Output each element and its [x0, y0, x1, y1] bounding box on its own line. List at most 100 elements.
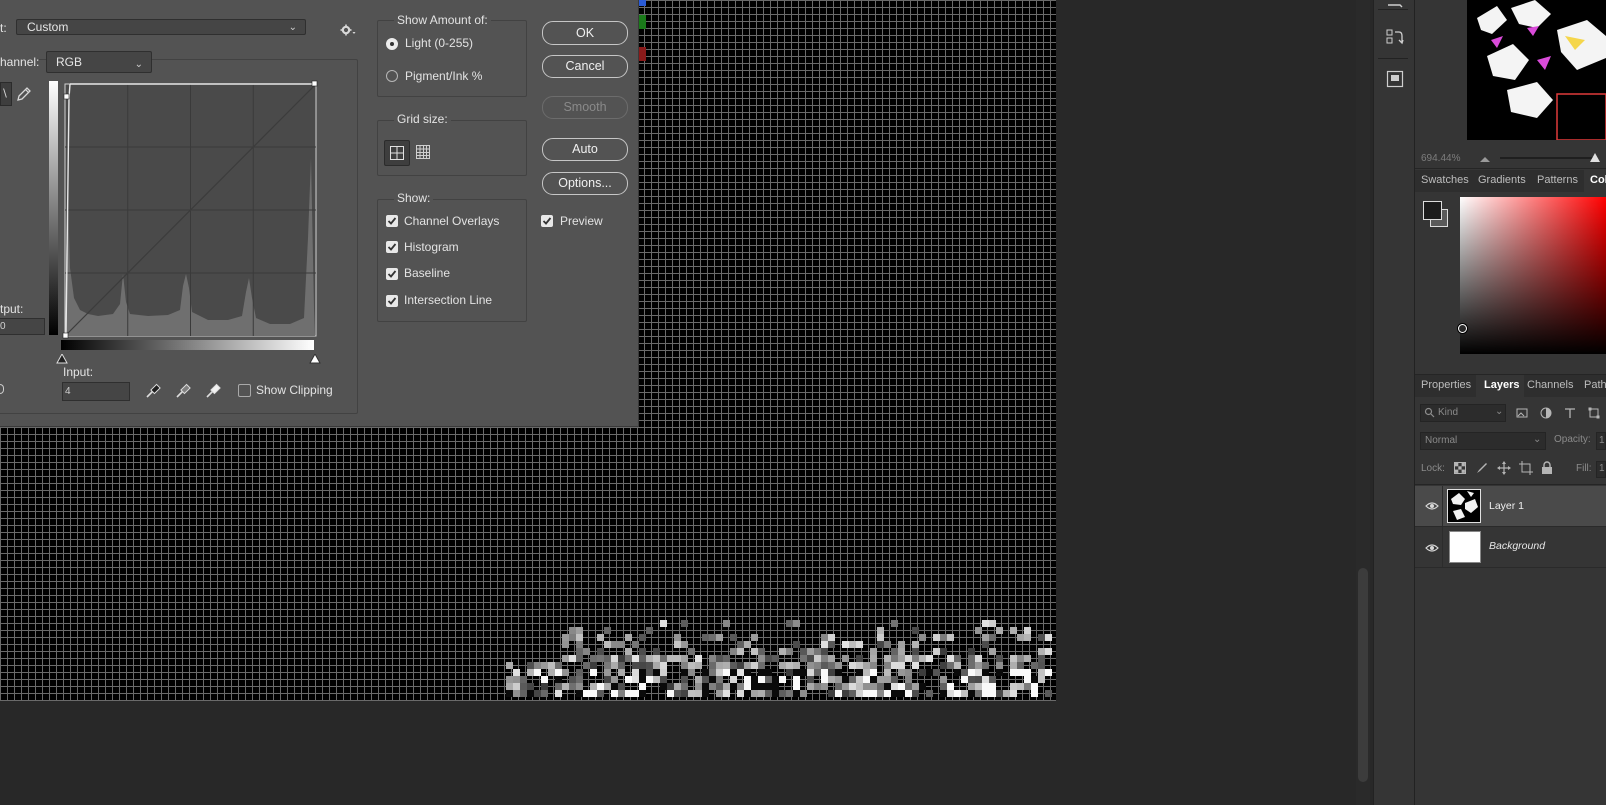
gear-icon[interactable]: [340, 24, 356, 39]
grid-simple-button[interactable]: [384, 140, 410, 166]
auto-button[interactable]: Auto: [542, 138, 628, 161]
scrollbar-thumb[interactable]: [1358, 568, 1368, 782]
canvas-pixel: [520, 676, 527, 683]
lock-move-icon[interactable]: [1497, 461, 1511, 478]
curve-point-icon: ∖: [1, 88, 9, 100]
zoom-out-icon[interactable]: [1479, 152, 1491, 166]
canvas-pixel: [772, 655, 779, 662]
canvas-pixel: [947, 634, 954, 641]
color-picker-field[interactable]: [1460, 197, 1606, 354]
filter-shape-icon[interactable]: [1588, 407, 1600, 422]
canvas-pixel: [1017, 655, 1024, 662]
canvas-pixel: [786, 620, 793, 627]
pigment-radio[interactable]: [386, 70, 398, 82]
history-icon[interactable]: [1386, 0, 1404, 14]
canvas-pixel: [716, 683, 723, 690]
show-clipping-checkbox[interactable]: [238, 384, 251, 397]
eye-icon[interactable]: [1425, 542, 1439, 556]
filter-adjustment-icon[interactable]: [1540, 407, 1552, 422]
output-field[interactable]: 0: [0, 318, 45, 335]
canvas-pixel: [1010, 655, 1017, 662]
canvas-pixel: [842, 641, 849, 648]
search-icon: [1424, 407, 1435, 421]
canvas-pixel: [821, 655, 828, 662]
curve-point-tool[interactable]: ∖: [0, 82, 12, 106]
canvas-pixel: [1024, 634, 1031, 641]
canvas-pixel: [828, 669, 835, 676]
preview-checkbox[interactable]: [541, 215, 553, 227]
fill-field[interactable]: 1: [1596, 461, 1606, 478]
filter-image-icon[interactable]: [1516, 407, 1528, 422]
canvas-pixel: [709, 662, 716, 669]
tab-swatches[interactable]: Swatches: [1421, 174, 1469, 186]
lock-all-icon[interactable]: [1541, 461, 1553, 477]
smooth-button[interactable]: Smooth: [542, 96, 628, 119]
color-picker-cursor[interactable]: [1458, 324, 1467, 333]
white-point-slider[interactable]: [309, 352, 321, 367]
navigator-preview[interactable]: [1467, 0, 1606, 140]
grid-size-title: Grid size:: [394, 112, 451, 126]
channel-select[interactable]: RGB ⌄: [46, 51, 152, 73]
canvas-pixel: [723, 655, 730, 662]
tab-properties[interactable]: Properties: [1421, 379, 1471, 391]
canvas-pixel: [1024, 676, 1031, 683]
canvas-pixel: [961, 669, 968, 676]
actions-icon[interactable]: [1386, 28, 1404, 49]
tab-color[interactable]: Col: [1590, 174, 1606, 186]
preset-select[interactable]: Custom ⌄: [16, 19, 306, 35]
canvas-pixel: [667, 655, 674, 662]
canvas-pixel: [604, 683, 611, 690]
channel-overlays-checkbox[interactable]: [386, 215, 398, 227]
eyedropper-black-icon[interactable]: [145, 383, 161, 402]
canvas-pixel: [870, 669, 877, 676]
cancel-button[interactable]: Cancel: [542, 55, 628, 78]
properties-icon[interactable]: [1386, 70, 1404, 91]
tab-patterns[interactable]: Patterns: [1537, 174, 1578, 186]
lock-brush-icon[interactable]: [1476, 462, 1488, 477]
zoom-slider-thumb[interactable]: [1589, 152, 1601, 166]
histogram-checkbox[interactable]: [386, 241, 398, 253]
canvas-pixel: [793, 669, 800, 676]
tab-paths[interactable]: Path: [1584, 379, 1606, 391]
canvas-pixel: [730, 634, 737, 641]
baseline-checkbox[interactable]: [386, 268, 398, 280]
grid-detailed-button[interactable]: [411, 140, 435, 164]
layer-name[interactable]: Background: [1489, 540, 1545, 552]
input-field[interactable]: 4: [62, 382, 130, 401]
opacity-field[interactable]: 1: [1596, 432, 1606, 450]
eyedropper-gray-icon[interactable]: [175, 383, 191, 402]
tab-channels[interactable]: Channels: [1527, 379, 1573, 391]
layer-row-background[interactable]: Background: [1415, 527, 1606, 567]
eye-icon[interactable]: [1425, 500, 1439, 514]
foreground-color-swatch[interactable]: [1423, 201, 1442, 220]
lock-artboard-icon[interactable]: [1519, 461, 1533, 478]
blend-mode-select[interactable]: Normal ⌄: [1420, 432, 1546, 450]
layer-name[interactable]: Layer 1: [1489, 500, 1524, 512]
canvas-pixel: [541, 676, 548, 683]
canvas-pixel: [765, 655, 772, 662]
canvas-pixel: [681, 690, 688, 697]
eyedropper-white-icon[interactable]: [205, 383, 221, 402]
canvas-pixel: [723, 669, 730, 676]
layer-row-layer-1[interactable]: Layer 1: [1415, 486, 1606, 526]
pencil-icon[interactable]: [16, 86, 32, 105]
ok-button[interactable]: OK: [542, 21, 628, 45]
canvas-pixel: [758, 669, 765, 676]
tab-gradients[interactable]: Gradients: [1478, 174, 1526, 186]
curve-graph[interactable]: [58, 78, 324, 340]
canvas-pixel: [604, 676, 611, 683]
layer-filter-select[interactable]: Kind ⌄: [1420, 404, 1506, 422]
zoom-slider-track[interactable]: [1500, 157, 1596, 159]
canvas-pixel: [968, 669, 975, 676]
canvas-pixel: [870, 655, 877, 662]
canvas-pixel: [912, 627, 919, 634]
intersection-line-checkbox[interactable]: [386, 295, 398, 307]
tab-layers[interactable]: Layers: [1484, 379, 1519, 391]
light-radio[interactable]: [386, 38, 398, 50]
canvas-pixel: [849, 641, 856, 648]
lock-transparent-icon[interactable]: [1454, 462, 1466, 477]
canvas-pixel: [674, 690, 681, 697]
filter-type-icon[interactable]: [1564, 407, 1576, 422]
canvas-pixel: [702, 634, 709, 641]
options-button[interactable]: Options...: [542, 172, 628, 195]
